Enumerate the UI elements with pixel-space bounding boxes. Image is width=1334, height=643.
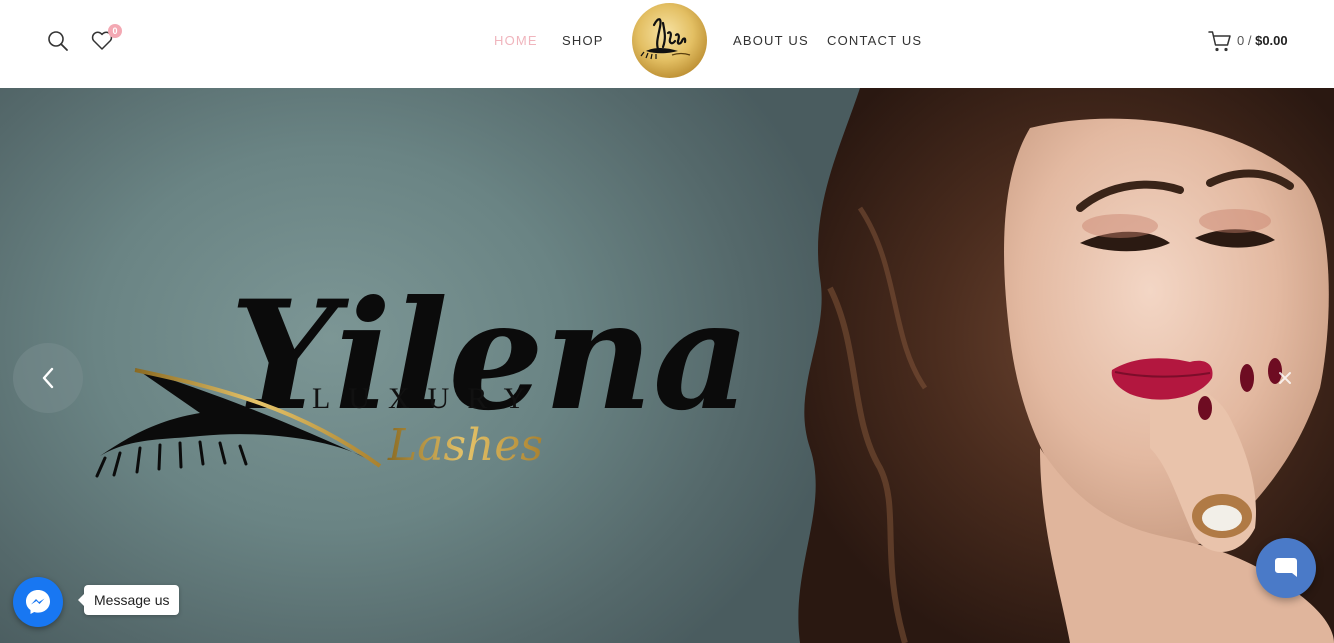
search-button[interactable] xyxy=(45,28,71,54)
nav-contact-us[interactable]: CONTACT US xyxy=(827,33,922,48)
nav-shop[interactable]: SHOP xyxy=(562,33,604,48)
close-icon xyxy=(1279,372,1291,384)
nav-home[interactable]: HOME xyxy=(494,33,538,48)
messenger-button[interactable] xyxy=(13,577,63,627)
cart-button[interactable] xyxy=(1208,30,1232,52)
chevron-left-icon xyxy=(42,367,54,389)
nav-about-us[interactable]: ABOUT US xyxy=(733,33,809,48)
hero-brand-script: Yilena xyxy=(230,268,750,444)
wishlist-count-badge: 0 xyxy=(108,24,122,38)
cart-count: 0 / xyxy=(1237,33,1252,48)
site-logo[interactable] xyxy=(632,3,707,78)
chat-icon xyxy=(1275,558,1297,577)
messenger-icon xyxy=(26,590,50,614)
messenger-label[interactable]: Message us xyxy=(77,585,180,615)
chat-button[interactable] xyxy=(1256,538,1316,598)
site-header: 0 HOME SHOP ABOUT US CONTACT US 0 / $0.0… xyxy=(0,0,1334,88)
cart-summary[interactable]: 0 / $0.00 xyxy=(1237,33,1288,48)
slider-next-button[interactable] xyxy=(1262,343,1308,413)
hero-image: Yilena LUXURY Lashes xyxy=(95,88,1334,643)
slider-prev-button[interactable] xyxy=(13,343,83,413)
search-icon xyxy=(48,31,68,51)
hero-brand-word: LUXURY xyxy=(312,382,543,415)
logo-mark xyxy=(640,18,691,60)
cart-icon xyxy=(1208,31,1231,52)
hero-slider: Yilena LUXURY Lashes xyxy=(0,88,1334,643)
hero-brand-tag: Lashes xyxy=(387,420,543,471)
cart-total: $0.00 xyxy=(1255,33,1288,48)
